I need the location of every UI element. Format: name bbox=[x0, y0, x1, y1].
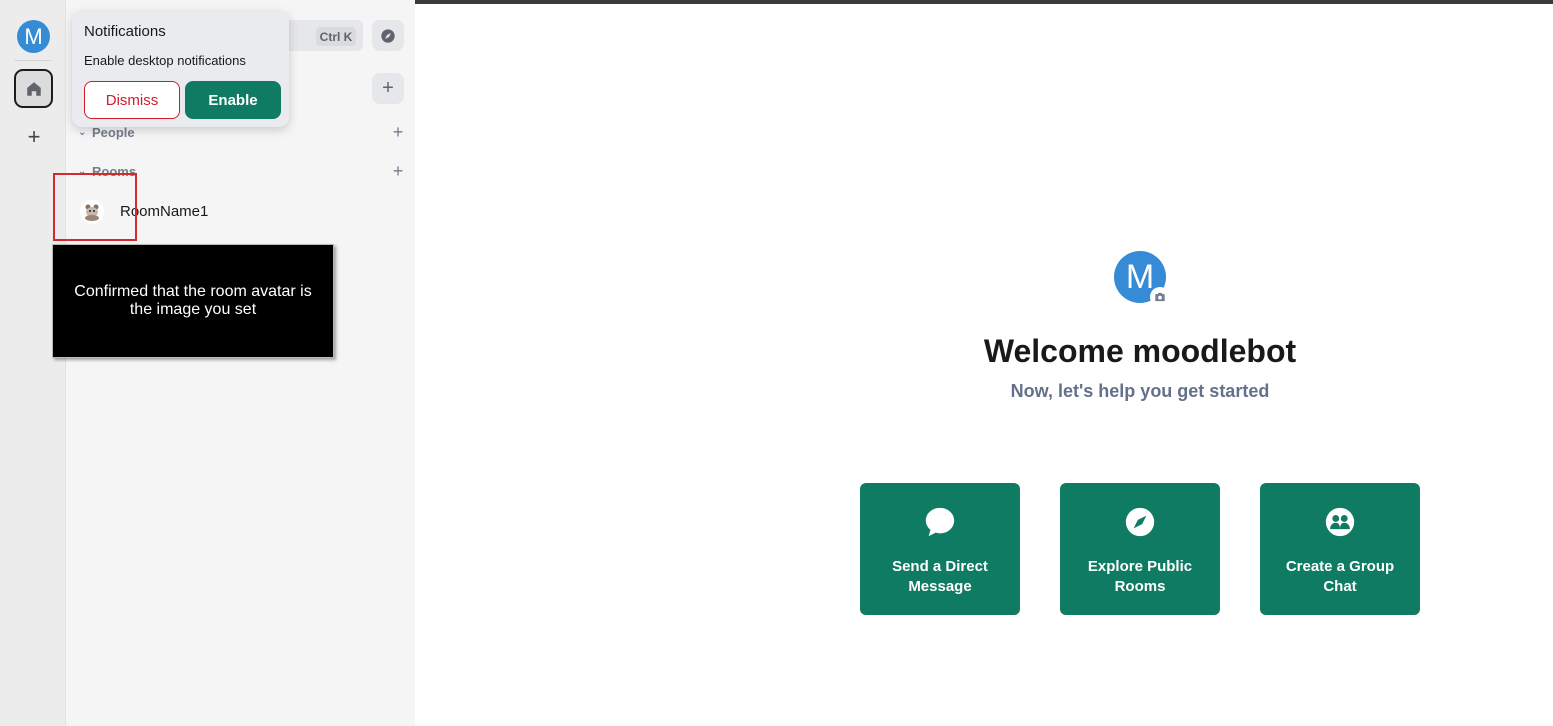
create-space-button[interactable]: + bbox=[21, 124, 47, 150]
chevron-down-icon: ⌄ bbox=[78, 126, 87, 138]
notification-toast: Notifications Enable desktop notificatio… bbox=[72, 11, 289, 127]
explore-rooms-button[interactable] bbox=[372, 20, 404, 51]
plus-icon: + bbox=[27, 124, 41, 149]
home-icon bbox=[26, 81, 41, 96]
window-top-border bbox=[230, 0, 1553, 4]
compass-icon bbox=[1125, 507, 1155, 537]
search-shortcut-hint: Ctrl K bbox=[316, 27, 356, 46]
card-label: Explore Public Rooms bbox=[1087, 558, 1193, 595]
group-icon bbox=[1325, 507, 1355, 537]
add-people-button[interactable]: + bbox=[388, 122, 408, 143]
user-avatar[interactable]: M bbox=[17, 20, 50, 53]
welcome-title: Welcome moodlebot bbox=[983, 333, 1297, 369]
space-bar: M + bbox=[0, 0, 66, 726]
card-label: Create a Group Chat bbox=[1285, 558, 1395, 595]
compass-icon bbox=[381, 28, 395, 43]
toast-body: Enable desktop notifications bbox=[84, 53, 246, 68]
annotation-highlight-box bbox=[53, 173, 137, 241]
home-space-button[interactable] bbox=[14, 69, 53, 108]
create-group-chat-button[interactable]: Create a Group Chat bbox=[1260, 483, 1420, 615]
send-direct-message-button[interactable]: Send a Direct Message bbox=[860, 483, 1020, 615]
add-room-button[interactable]: + bbox=[372, 73, 404, 104]
chat-bubble-icon bbox=[925, 507, 955, 537]
card-label: Send a Direct Message bbox=[892, 558, 988, 595]
enable-notifications-button[interactable]: Enable bbox=[185, 81, 281, 119]
dismiss-button[interactable]: Dismiss bbox=[84, 81, 180, 119]
annotation-caption: Confirmed that the room avatar is the im… bbox=[74, 283, 312, 318]
upload-avatar-button[interactable] bbox=[1150, 287, 1170, 307]
plus-icon: + bbox=[382, 77, 394, 99]
welcome-subtitle: Now, let's help you get started bbox=[1010, 381, 1270, 401]
toast-title: Notifications bbox=[84, 23, 166, 40]
explore-public-rooms-button[interactable]: Explore Public Rooms bbox=[1060, 483, 1220, 615]
annotation-callout: Confirmed that the room avatar is the im… bbox=[52, 244, 334, 358]
add-rooms-button[interactable]: + bbox=[388, 161, 408, 182]
camera-icon bbox=[1155, 292, 1165, 302]
space-bar-divider bbox=[14, 60, 52, 61]
